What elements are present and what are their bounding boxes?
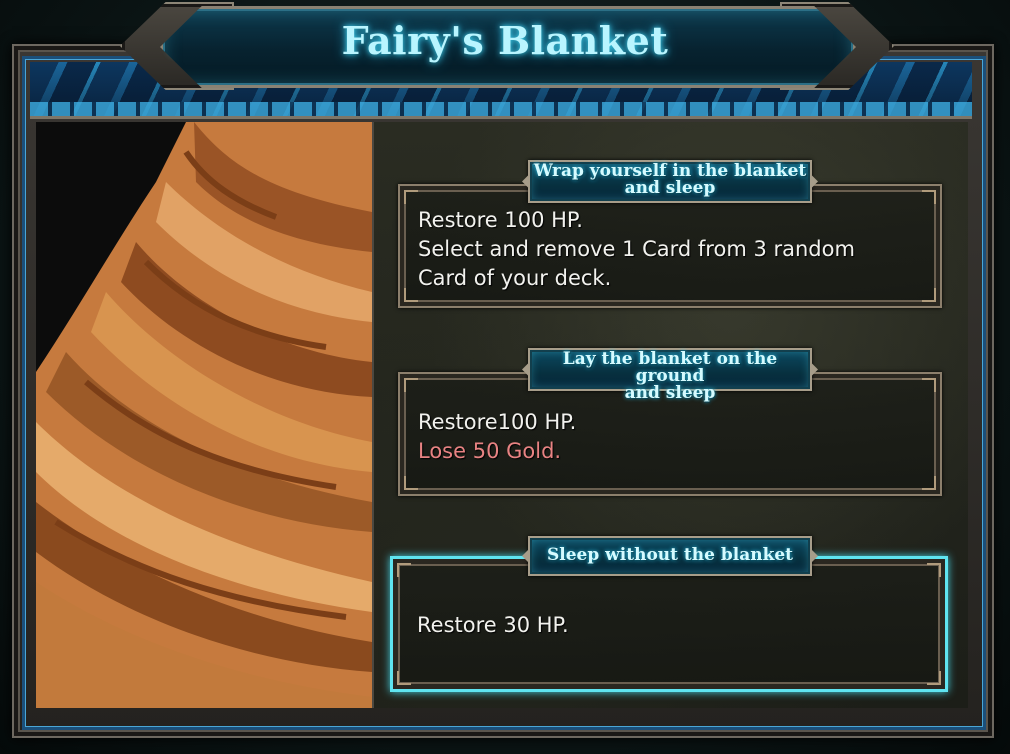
option-penalty-text: Lose 50 Gold.	[418, 439, 562, 463]
option-description: Restore 30 HP.	[417, 611, 931, 640]
blanket-illustration-icon	[36, 122, 372, 708]
option-label-line: Sleep without the blanket	[546, 545, 794, 565]
corner-ornament	[404, 288, 418, 302]
option-text-line: Restore 30 HP.	[417, 613, 569, 637]
event-title: Fairy's Blanket	[341, 18, 669, 63]
option-description: Restore 100 HP. Select and remove 1 Card…	[418, 206, 926, 293]
option-label-line: and sleep	[624, 178, 716, 198]
corner-ornament	[404, 476, 418, 490]
option-text-line: Card of your deck.	[418, 266, 612, 290]
corner-ornament	[404, 190, 418, 204]
corner-ornament	[404, 378, 418, 392]
corner-ornament	[922, 476, 936, 490]
corner-ornament	[927, 671, 941, 685]
corner-ornament	[397, 563, 411, 577]
option-text-line: Restore100 HP.	[418, 410, 577, 434]
option-description: Restore100 HP. Lose 50 Gold.	[418, 408, 926, 466]
corner-ornament	[927, 563, 941, 577]
option-text-line: Select and remove 1 Card from 3 random	[418, 237, 855, 261]
event-illustration	[36, 122, 374, 708]
corner-ornament	[922, 378, 936, 392]
option-label-lay[interactable]: Lay the blanket on the ground and sleep	[528, 348, 812, 402]
option-label-line: and sleep	[624, 383, 716, 403]
option-text-line: Restore 100 HP.	[418, 208, 583, 232]
corner-ornament	[922, 190, 936, 204]
option-label-sleep[interactable]: Sleep without the blanket	[528, 536, 812, 576]
option-label-line: Lay the blanket on the ground	[562, 349, 778, 386]
option-sleep-without-blanket[interactable]: Restore 30 HP.	[390, 556, 948, 692]
option-label-wrap[interactable]: Wrap yourself in the blanket and sleep	[528, 160, 812, 203]
corner-ornament	[397, 671, 411, 685]
